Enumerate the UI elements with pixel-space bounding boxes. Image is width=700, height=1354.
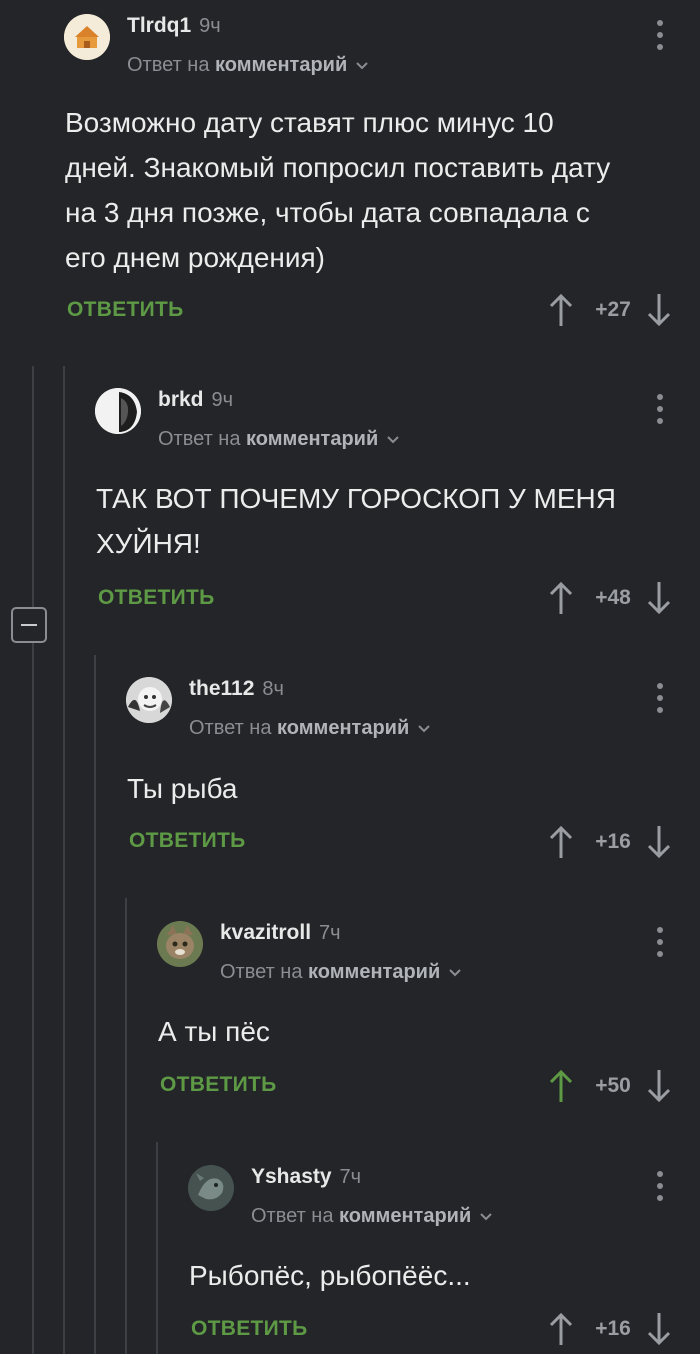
score: +16 (595, 1317, 631, 1340)
downvote-arrow-icon[interactable] (646, 1068, 672, 1109)
avatar[interactable] (188, 1165, 234, 1211)
author-name[interactable]: the112 8ч (189, 677, 284, 701)
more-options-icon[interactable] (653, 1171, 667, 1201)
more-options-icon[interactable] (653, 683, 667, 713)
chevron-down-icon (479, 1205, 493, 1228)
avatar[interactable] (95, 388, 141, 434)
downvote-arrow-icon[interactable] (646, 580, 672, 621)
comment-text: А ты пёс (158, 1016, 270, 1047)
collapse-thread-button[interactable] (11, 607, 47, 643)
score: +16 (595, 830, 631, 853)
comment-text: ТАК ВОТ ПОЧЕМУ ГОРОСКОП У МЕНЯ ХУЙНЯ! (96, 483, 616, 559)
person-avatar-icon (95, 388, 141, 434)
upvote-arrow-icon[interactable] (548, 1068, 574, 1109)
vote-block: +16 (548, 1309, 672, 1349)
upvote-arrow-icon[interactable] (548, 824, 574, 865)
chevron-down-icon (355, 54, 369, 77)
comment-text: Рыбопёс, рыбопёёс... (189, 1260, 471, 1291)
avatar[interactable] (157, 921, 203, 967)
reply-button[interactable]: ОТВЕТИТЬ (67, 298, 184, 322)
comment: Yshasty 7ч Ответ на комментарий Рыбопёс, … (188, 1165, 700, 1354)
reply-button[interactable]: ОТВЕТИТЬ (160, 1073, 277, 1097)
more-options-icon[interactable] (653, 927, 667, 957)
downvote-arrow-icon[interactable] (646, 1311, 672, 1352)
reply-to-link[interactable]: Ответ на комментарий (158, 428, 400, 451)
reply-button[interactable]: ОТВЕТИТЬ (191, 1317, 308, 1341)
comment-time: 7ч (339, 1166, 362, 1188)
downvote-arrow-icon[interactable] (646, 292, 672, 333)
comment: Tlrdq1 9ч Ответ на комментарий Возможно д… (64, 14, 700, 334)
comment: kvazitroll 7ч Ответ на комментарий А ты п… (157, 921, 700, 1121)
score: +27 (595, 298, 631, 321)
comment-time: 7ч (319, 922, 341, 944)
downvote-arrow-icon[interactable] (646, 824, 672, 865)
thread-line-4 (156, 1142, 158, 1354)
score: +48 (595, 586, 631, 609)
author-name[interactable]: Tlrdq1 9ч (127, 14, 221, 38)
chevron-down-icon (386, 428, 400, 451)
vote-block: +50 (548, 1066, 672, 1106)
author-name[interactable]: brkd 9ч (158, 388, 233, 412)
comment-text: Возможно дату ставят плюс минус 10 дней.… (65, 107, 611, 273)
comment-time: 8ч (262, 678, 284, 700)
thread-line-0[interactable] (32, 366, 34, 1354)
upvote-arrow-icon[interactable] (548, 1311, 574, 1352)
more-options-icon[interactable] (653, 20, 667, 50)
reply-to-link[interactable]: Ответ на комментарий (127, 54, 369, 77)
score: +50 (595, 1074, 631, 1097)
reply-to-link[interactable]: Ответ на комментарий (220, 961, 462, 984)
thread-line-3 (125, 898, 127, 1354)
cat-avatar-icon (157, 921, 203, 967)
upvote-arrow-icon[interactable] (548, 292, 574, 333)
comment-time: 9ч (199, 15, 221, 37)
house-avatar-icon (64, 14, 110, 60)
comment-text: Ты рыба (127, 773, 238, 804)
dragon-avatar-icon (188, 1165, 234, 1211)
author-name[interactable]: Yshasty 7ч (251, 1165, 361, 1189)
reply-to-link[interactable]: Ответ на комментарий (189, 717, 431, 740)
reply-button[interactable]: ОТВЕТИТЬ (129, 829, 246, 853)
more-options-icon[interactable] (653, 394, 667, 424)
vote-block: +27 (548, 290, 672, 330)
reply-to-link[interactable]: Ответ на комментарий (251, 1205, 493, 1228)
chevron-down-icon (417, 717, 431, 740)
person-avatar-icon (126, 677, 172, 723)
comment-time: 9ч (211, 389, 234, 411)
minus-icon (21, 624, 37, 626)
thread-line-1 (63, 366, 65, 1354)
upvote-arrow-icon[interactable] (548, 580, 574, 621)
avatar[interactable] (64, 14, 110, 60)
vote-block: +16 (548, 822, 672, 862)
vote-block: +48 (548, 578, 672, 618)
avatar[interactable] (126, 677, 172, 723)
thread-line-2 (94, 655, 96, 1354)
comment: the112 8ч Ответ на комментарий Ты рыба ОТ… (126, 677, 700, 877)
reply-button[interactable]: ОТВЕТИТЬ (98, 586, 215, 610)
comment: brkd 9ч Ответ на комментарий ТАК ВОТ ПОЧЕ… (95, 388, 700, 628)
chevron-down-icon (448, 961, 462, 984)
author-name[interactable]: kvazitroll 7ч (220, 921, 341, 945)
